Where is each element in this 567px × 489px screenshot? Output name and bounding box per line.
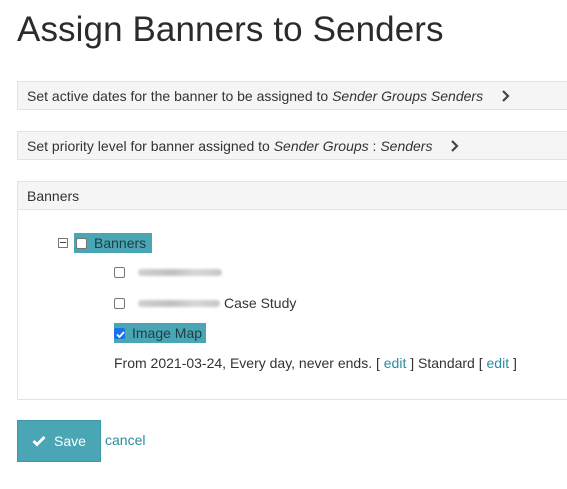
page-title: Assign Banners to Senders: [17, 10, 444, 49]
priority-edit-link[interactable]: edit: [487, 355, 510, 371]
priority-target-group: Sender Groups: [273, 137, 369, 154]
banner-item-3-label: Image Map: [132, 323, 207, 343]
priority-target-sender: Senders: [380, 137, 433, 154]
priority-prefix: Set priority level for banner assigned t…: [27, 137, 270, 154]
priority-separator: :: [372, 137, 377, 154]
schedule-text: From 2021-03-24, Every day, never ends. …: [114, 355, 380, 371]
active-dates-prefix: Set active dates for the banner to be as…: [27, 87, 329, 104]
banners-root-node[interactable]: Banners: [74, 233, 153, 253]
banners-tree-root: Banners: [58, 233, 153, 253]
active-dates-collapse-bar[interactable]: Set active dates for the banner to be as…: [17, 81, 567, 110]
check-icon: [32, 436, 46, 447]
banner-item-2[interactable]: Case Study: [114, 293, 296, 313]
save-button-label: Save: [54, 433, 86, 449]
banners-root-label: Banners: [94, 235, 147, 251]
priority-close-bracket: ]: [512, 355, 517, 371]
banner-item-2-label: Case Study: [224, 295, 297, 311]
banner-item-2-checkbox[interactable]: [114, 297, 125, 309]
priority-text: Standard [: [418, 355, 483, 371]
chevron-right-icon: [448, 139, 462, 153]
redacted-banner-name-prefix: [138, 299, 220, 307]
minus-box-icon[interactable]: [58, 238, 68, 248]
priority-collapse-bar[interactable]: Set priority level for banner assigned t…: [17, 131, 567, 160]
save-button[interactable]: Save: [17, 420, 101, 462]
chevron-right-icon: [499, 89, 513, 103]
banner-item-1[interactable]: [114, 262, 222, 282]
banner-item-3-selected[interactable]: Image Map: [114, 323, 207, 343]
banners-panel: Banners Banners Case Study Image Map Fro…: [17, 181, 567, 400]
schedule-close-bracket: ]: [410, 355, 415, 371]
banner-item-3[interactable]: Image Map: [114, 323, 207, 343]
schedule-edit-link[interactable]: edit: [384, 355, 407, 371]
redacted-banner-name: [138, 268, 222, 276]
banners-root-checkbox[interactable]: [76, 237, 87, 249]
cancel-link[interactable]: cancel: [105, 432, 145, 448]
schedule-line: From 2021-03-24, Every day, never ends. …: [114, 355, 517, 371]
banner-item-3-checkbox[interactable]: [114, 327, 125, 339]
banner-item-1-checkbox[interactable]: [114, 266, 125, 278]
banners-panel-heading: Banners: [18, 182, 567, 210]
active-dates-target: Sender Groups Senders: [332, 87, 484, 104]
